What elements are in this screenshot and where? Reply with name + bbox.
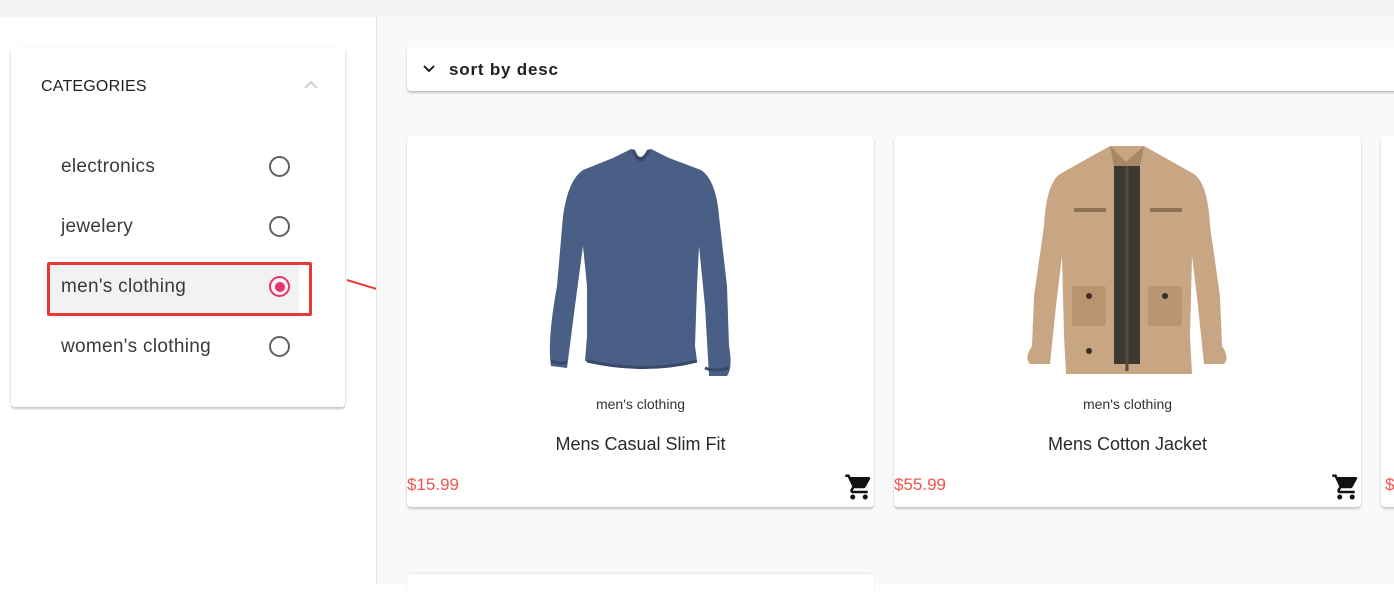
radio-womens-clothing[interactable] [269,336,290,357]
product-title[interactable]: Mens Casual Slim Fit [407,434,874,455]
category-label: women's clothing [61,336,211,357]
selection-highlight-box [47,262,312,316]
category-electronics[interactable]: electronics [49,142,299,194]
product-image-jacket[interactable] [894,136,1361,381]
category-womens-clothing[interactable]: women's clothing [49,322,299,374]
product-image-tshirt[interactable] [407,136,874,381]
product-price: $55.99 [894,475,946,494]
sort-dropdown[interactable]: sort by desc [407,47,1394,91]
product-price: $15.99 [407,475,459,494]
category-label: jewelery [61,216,134,237]
top-bar [0,0,1394,17]
category-label: electronics [61,156,156,177]
chevron-down-icon [423,65,435,73]
categories-title: CATEGORIES [41,78,147,95]
product-title[interactable]: Mens Cotton Jacket [894,434,1361,455]
radio-jewelery[interactable] [269,216,290,237]
chevron-up-icon[interactable] [301,75,321,95]
product-price: $2 [1385,475,1394,494]
shopping-cart-icon[interactable] [844,472,874,502]
shopping-cart-icon[interactable] [1331,472,1361,502]
product-category: men's clothing [595,396,686,412]
category-jewelery[interactable]: jewelery [49,202,299,254]
product-card[interactable]: men's clothing Mens Cotton Jacket $55.99 [894,136,1361,507]
product-card[interactable]: men's clothing Mens Casual Slim Fit $15.… [407,136,874,507]
radio-electronics[interactable] [269,156,290,177]
product-category: men's clothing [1082,396,1173,412]
categories-panel: CATEGORIES electronics jewelery men's cl… [11,47,345,407]
main-content: sort by desc men's clothing Mens Casual … [376,17,1394,594]
sort-label: sort by desc [449,60,559,79]
product-card-partial[interactable]: $2 [1381,136,1394,507]
product-card-next-row[interactable] [407,574,874,594]
